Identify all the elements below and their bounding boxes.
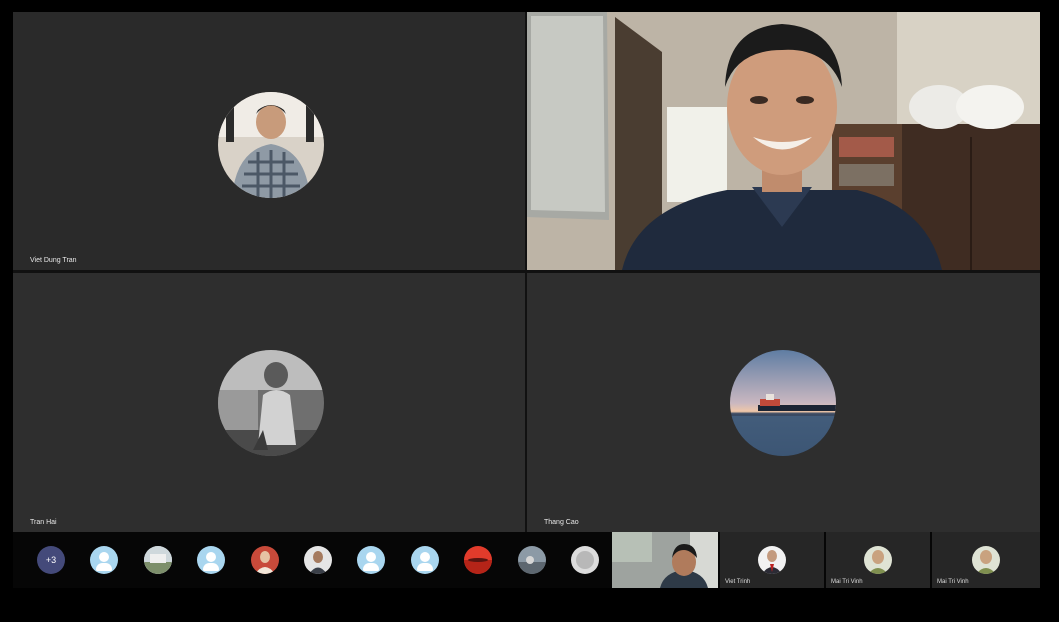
- participant-tile-small[interactable]: Mai Tri Vinh: [932, 532, 1040, 588]
- participant-name: Tran Hai: [30, 519, 57, 526]
- person-avatar-icon[interactable]: [357, 546, 385, 574]
- participant-tile-small[interactable]: Mai Tri Vinh: [826, 532, 930, 588]
- participant-avatar: [218, 350, 324, 456]
- participant-strip: +3 Viet Trinh Mai Tri Vinh Mai Tri Vinh: [13, 532, 1040, 588]
- participant-avatar-thumb[interactable]: [251, 546, 279, 574]
- live-video-feed: [612, 532, 718, 588]
- participant-tile-tran-hai[interactable]: Tran Hai: [13, 273, 525, 532]
- participant-name: Mai Tri Vinh: [937, 579, 969, 585]
- participant-avatar-thumb[interactable]: [464, 546, 492, 574]
- video-call-stage: Viet Dung Tran Tran Hai Thang Cao +3 Vie…: [13, 12, 1040, 588]
- live-video-feed: [527, 12, 1040, 270]
- participant-tile-small[interactable]: Viet Trinh: [720, 532, 824, 588]
- participant-name: Thang Cao: [544, 519, 579, 526]
- participant-avatar-thumb: [758, 546, 786, 574]
- self-video-thumbnail[interactable]: [612, 532, 718, 588]
- person-avatar-icon[interactable]: [197, 546, 225, 574]
- person-avatar-icon[interactable]: [90, 546, 118, 574]
- participant-avatar: [218, 92, 324, 198]
- participant-avatar-thumb[interactable]: [518, 546, 546, 574]
- participant-avatar-thumb[interactable]: [144, 546, 172, 574]
- participant-video-tile[interactable]: [527, 12, 1040, 270]
- person-avatar-icon[interactable]: [411, 546, 439, 574]
- participant-avatar-thumb[interactable]: [304, 546, 332, 574]
- participant-name: Mai Tri Vinh: [831, 579, 863, 585]
- participant-avatar: [730, 350, 836, 456]
- participant-tile-viet-dung-tran[interactable]: Viet Dung Tran: [13, 12, 525, 270]
- participant-avatar-thumb: [864, 546, 892, 574]
- participant-tile-thang-cao[interactable]: Thang Cao: [527, 273, 1040, 532]
- participant-avatar-thumb[interactable]: [571, 546, 599, 574]
- participant-avatar-thumb: [972, 546, 1000, 574]
- participant-name: Viet Dung Tran: [30, 257, 77, 264]
- participant-name: Viet Trinh: [725, 579, 751, 585]
- more-participants-badge[interactable]: +3: [37, 546, 65, 574]
